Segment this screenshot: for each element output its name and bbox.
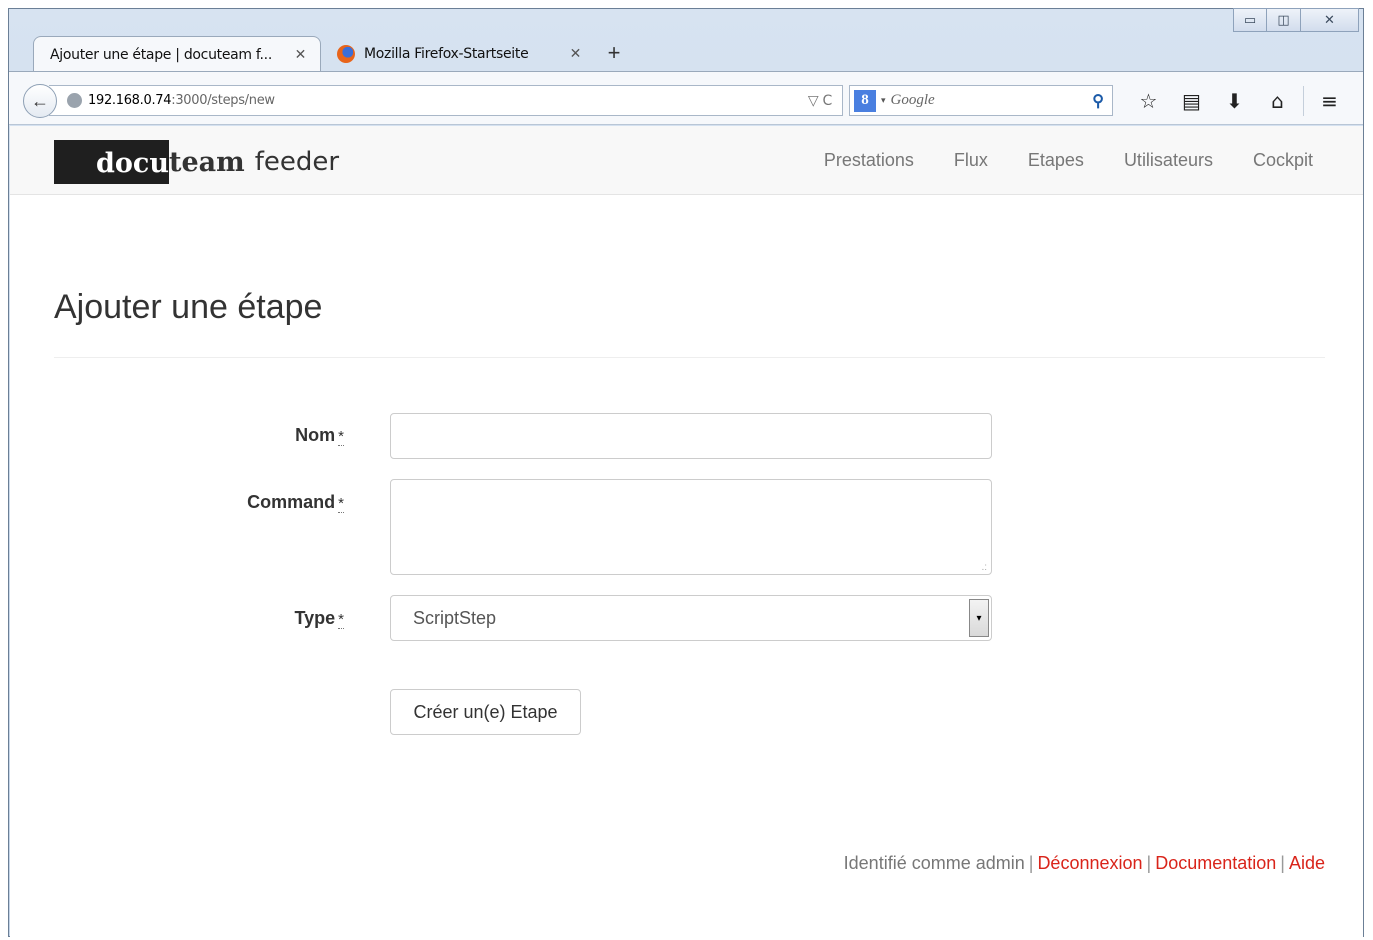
window-controls: ▭ ◫ ✕: [1233, 8, 1359, 32]
type-label-text: Type: [294, 608, 336, 628]
page-content: docu team feeder Prestations Flux Etapes…: [10, 126, 1363, 937]
logo[interactable]: docu team feeder: [54, 140, 339, 184]
search-engine-icon[interactable]: 8: [854, 89, 876, 112]
site-navbar: docu team feeder Prestations Flux Etapes…: [10, 126, 1363, 195]
command-label: Command *: [44, 492, 344, 513]
command-textarea[interactable]: .:: [390, 479, 992, 575]
download-icon[interactable]: ⬇: [1213, 89, 1256, 113]
tab-title: Mozilla Firefox-Startseite: [364, 46, 529, 62]
reload-icon[interactable]: ▽ C: [808, 93, 842, 109]
name-label: Nom *: [44, 425, 344, 446]
search-icon[interactable]: ⚲: [1092, 91, 1112, 111]
name-input[interactable]: [390, 413, 992, 459]
toolbar-icons: ☆ ▤ ⬇ ⌂ ≡: [1127, 85, 1351, 116]
logged-in-text: Identifié comme admin: [843, 853, 1025, 873]
tab-firefox-start[interactable]: Mozilla Firefox-Startseite ✕: [321, 36, 595, 72]
url-bar[interactable]: 192.168.0.74 :3000/steps/new ▽ C: [49, 85, 843, 116]
toolbar-divider: [1303, 85, 1304, 116]
search-placeholder: Google: [890, 92, 935, 108]
logo-team: team: [168, 146, 245, 178]
search-bar[interactable]: 8 ▾ Google ⚲: [849, 85, 1113, 116]
documentation-link[interactable]: Documentation: [1155, 853, 1276, 873]
url-host: 192.168.0.74: [88, 93, 172, 108]
firefox-icon: [337, 45, 355, 63]
tab-title: Ajouter une étape | docuteam f...: [50, 46, 272, 63]
footer-separator: |: [1146, 853, 1152, 873]
main-menu: Prestations Flux Etapes Utilisateurs Coc…: [784, 126, 1313, 195]
maximize-icon[interactable]: ◫: [1267, 8, 1301, 32]
back-button[interactable]: ←: [23, 84, 57, 118]
new-tab-button[interactable]: +: [599, 40, 629, 66]
create-step-button[interactable]: Créer un(e) Etape: [390, 689, 581, 735]
help-link[interactable]: Aide: [1289, 853, 1325, 873]
url-path: :3000/steps/new: [171, 93, 275, 108]
chevron-down-icon[interactable]: ▾: [881, 95, 886, 106]
nav-flux[interactable]: Flux: [954, 150, 988, 171]
required-marker: *: [338, 428, 344, 446]
title-divider: [54, 357, 1325, 358]
type-label: Type *: [44, 608, 344, 629]
tab-add-step[interactable]: Ajouter une étape | docuteam f... ✕: [33, 36, 321, 72]
logo-docu: docu: [54, 140, 169, 184]
footer: Identifié comme admin | Déconnexion | Docume…: [844, 853, 1325, 874]
nav-etapes[interactable]: Etapes: [1028, 150, 1084, 171]
close-tab-icon[interactable]: ✕: [570, 46, 582, 62]
bookmark-star-icon[interactable]: ☆: [1127, 89, 1170, 113]
logo-feeder: feeder: [254, 147, 340, 177]
type-select[interactable]: ScriptStep ▾: [390, 595, 992, 641]
required-marker: *: [338, 495, 344, 513]
type-selected-value: ScriptStep: [413, 607, 497, 628]
globe-icon: [67, 93, 82, 108]
page-title: Ajouter une étape: [54, 288, 323, 326]
dropdown-arrow-icon[interactable]: ▾: [969, 599, 989, 637]
bookmarks-list-icon[interactable]: ▤: [1170, 89, 1213, 113]
browser-window: ▭ ◫ ✕ Ajouter une étape | docuteam f... …: [8, 8, 1364, 937]
logout-link[interactable]: Déconnexion: [1037, 853, 1142, 873]
window-close-icon[interactable]: ✕: [1301, 8, 1359, 32]
tab-strip: Ajouter une étape | docuteam f... ✕ Mozi…: [33, 34, 629, 72]
home-icon[interactable]: ⌂: [1256, 89, 1299, 113]
close-tab-icon[interactable]: ✕: [295, 47, 307, 63]
nav-utilisateurs[interactable]: Utilisateurs: [1124, 150, 1213, 171]
resize-grip-icon[interactable]: .:: [981, 563, 987, 573]
menu-icon[interactable]: ≡: [1308, 89, 1351, 113]
footer-separator: |: [1280, 853, 1285, 873]
nav-prestations[interactable]: Prestations: [824, 150, 914, 171]
command-label-text: Command: [247, 492, 336, 512]
name-label-text: Nom: [295, 425, 336, 445]
browser-toolbar: 192.168.0.74 :3000/steps/new ▽ C ← 8 ▾ G…: [9, 71, 1363, 125]
footer-separator: |: [1028, 853, 1034, 873]
required-marker: *: [338, 611, 344, 629]
nav-cockpit[interactable]: Cockpit: [1253, 150, 1313, 171]
minimize-icon[interactable]: ▭: [1233, 8, 1267, 32]
